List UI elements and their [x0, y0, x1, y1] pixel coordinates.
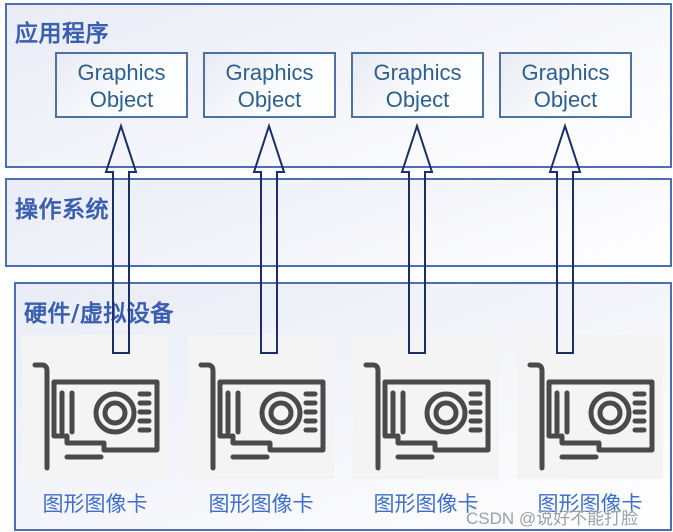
- fan-outer: [93, 391, 137, 435]
- graphics-object-1: Graphics Object: [55, 52, 188, 118]
- bracket: [32, 362, 50, 471]
- graphics-card-label: 图形图像卡: [208, 492, 314, 516]
- fan-outer: [424, 391, 468, 435]
- graphics-card-label: 图形图像卡: [42, 492, 148, 516]
- graphics-card-2: [188, 335, 334, 479]
- fan-inner: [102, 400, 128, 426]
- application-layer-title: 应用程序: [15, 21, 109, 47]
- graphics-card-1: [22, 335, 168, 479]
- graphics-card-icon: [198, 362, 326, 471]
- graphics-object-line2: Object: [533, 87, 598, 112]
- graphics-card-icon: [363, 362, 491, 471]
- hardware-layer-title: 硬件/虚拟设备: [24, 301, 174, 327]
- graphics-object-line2: Object: [237, 87, 302, 112]
- graphics-object-line1: Graphics: [521, 60, 610, 85]
- graphics-card-4: [517, 335, 663, 479]
- fan-outer: [259, 391, 303, 435]
- graphics-card-icon: [527, 362, 655, 471]
- graphics-card-icon: [32, 362, 160, 471]
- graphics-object-4: Graphics Object: [499, 52, 632, 118]
- graphics-object-line1: Graphics: [225, 60, 314, 85]
- graphics-object-line2: Object: [385, 87, 450, 112]
- graphics-object-3: Graphics Object: [351, 52, 484, 118]
- os-layer-title: 操作系统: [15, 197, 109, 223]
- bracket: [363, 362, 381, 471]
- graphics-object-line2: Object: [89, 87, 154, 112]
- fan-inner: [597, 400, 623, 426]
- graphics-card-3: [353, 335, 499, 479]
- watermark: CSDN @说好不能打脸: [466, 509, 639, 528]
- graphics-object-line1: Graphics: [373, 60, 462, 85]
- bracket: [198, 362, 216, 471]
- graphics-object-2: Graphics Object: [203, 52, 336, 118]
- fan-outer: [588, 391, 632, 435]
- graphics-object-line1: Graphics: [77, 60, 166, 85]
- bracket: [527, 362, 545, 471]
- os-layer: 操作系统: [5, 178, 672, 267]
- fan-inner: [268, 400, 294, 426]
- fan-inner: [433, 400, 459, 426]
